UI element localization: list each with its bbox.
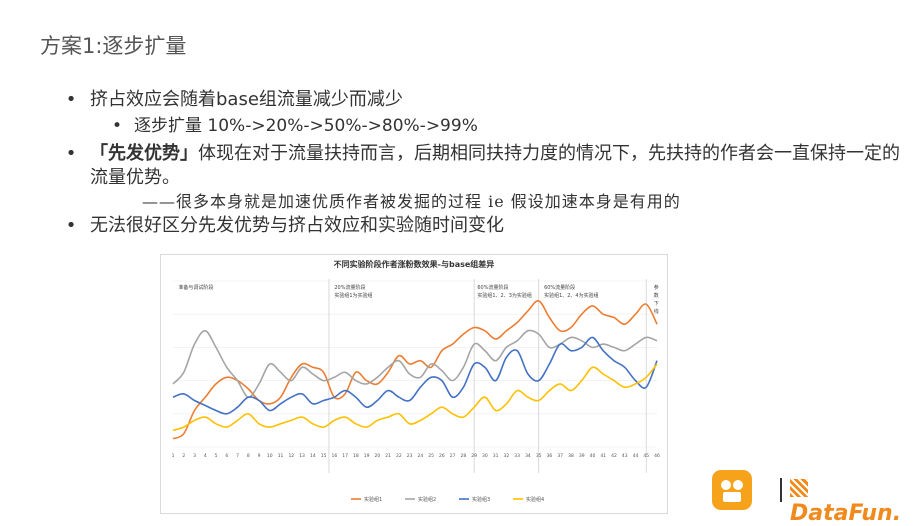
phase-label: 数 xyxy=(654,292,659,299)
x-tick-label: 16 xyxy=(331,453,337,459)
x-tick-label: 4 xyxy=(204,453,207,459)
x-tick-label: 14 xyxy=(310,453,316,459)
legend-label: 实验组1 xyxy=(364,496,382,503)
bullet-item: • 无法很好区分先发优势与挤占效应和实验随时间变化 xyxy=(64,214,904,238)
x-tick-label: 26 xyxy=(439,453,445,459)
x-tick-label: 37 xyxy=(557,453,563,459)
x-tick-label: 15 xyxy=(321,453,327,459)
x-tick-label: 32 xyxy=(504,453,510,459)
x-tick-label: 40 xyxy=(590,453,596,459)
x-tick-label: 41 xyxy=(600,453,606,459)
sub-bullet-item: • 逐步扩量 10%->20%->50%->80%->99% xyxy=(64,114,904,138)
bullet-bold-text: 「先发优势」 xyxy=(90,143,198,164)
x-tick-label: 30 xyxy=(482,453,488,459)
x-tick-label: 27 xyxy=(450,453,456,459)
bullet-dot: • xyxy=(65,143,77,164)
phase-label: 下 xyxy=(654,301,659,307)
x-tick-label: 11 xyxy=(278,453,284,459)
x-tick-label: 35 xyxy=(536,453,542,459)
x-tick-label: 19 xyxy=(364,453,370,459)
series-line xyxy=(172,363,658,432)
phase-label: 60%流量阶段 xyxy=(544,284,575,291)
x-tick-label: 31 xyxy=(493,453,499,459)
x-tick-label: 10 xyxy=(267,453,273,459)
legend-label: 实验组2 xyxy=(418,496,436,503)
quote-line: ——很多本身就是加速优质作者被发掘的过程 ie 假设加速本身是有用的 xyxy=(142,192,681,211)
x-tick-label: 6 xyxy=(225,453,228,459)
kuaishou-logo xyxy=(712,470,752,510)
x-tick-label: 20 xyxy=(374,453,380,459)
x-tick-label: 1 xyxy=(172,453,175,459)
x-tick-label: 24 xyxy=(418,453,424,459)
datafun-logo: DataFun. xyxy=(790,476,920,526)
phase-label: 实验组1为实验组 xyxy=(334,292,372,299)
x-tick-label: 9 xyxy=(258,453,261,459)
chart-svg: 不同实验阶段作者涨粉数效果-与base组差异准备与调试阶段 20%流量阶段实验组1… xyxy=(172,259,660,503)
x-tick-label: 7 xyxy=(236,453,239,459)
phase-label: 实验组1、2、3为实验组 xyxy=(477,292,532,299)
phase-label: 准备与调试阶段 xyxy=(178,284,213,291)
x-tick-label: 22 xyxy=(396,453,402,459)
x-tick-label: 18 xyxy=(353,453,359,459)
phase-label: 参 xyxy=(654,284,659,291)
bullet-item: • 「先发优势」体现在对于流量扶持而言，后期相同扶持力度的情况下，先扶持的作者会… xyxy=(64,142,904,190)
x-tick-label: 29 xyxy=(471,453,477,459)
x-tick-label: 33 xyxy=(514,453,520,459)
x-tick-label: 8 xyxy=(247,453,250,459)
x-tick-label: 28 xyxy=(461,453,467,459)
bullet-text: 挤占效应会随着base组流量减少而减少 xyxy=(90,89,403,110)
bullet-text: 无法很好区分先发优势与挤占效应和实验随时间变化 xyxy=(90,215,504,236)
bullet-dot: • xyxy=(112,116,123,136)
x-tick-label: 45 xyxy=(643,453,649,459)
x-tick-label: 34 xyxy=(525,453,531,459)
line-chart: 不同实验阶段作者涨粉数效果-与base组差异 准备与调试阶段 20%流量阶段 实验组1… xyxy=(160,254,668,514)
series-line xyxy=(172,300,658,440)
chart-title: 不同实验阶段作者涨粉数效果-与base组差异 xyxy=(334,259,495,269)
logo-camera xyxy=(723,492,741,502)
datafun-mark-icon xyxy=(790,479,808,497)
bullet-dot: • xyxy=(65,89,77,110)
x-tick-label: 44 xyxy=(633,453,639,459)
x-tick-label: 23 xyxy=(407,453,413,459)
x-tick-label: 25 xyxy=(428,453,434,459)
x-tick-label: 36 xyxy=(547,453,553,459)
logo-separator xyxy=(780,478,782,502)
legend-label: 实验组4 xyxy=(526,496,544,503)
phase-label: 线 xyxy=(654,308,659,315)
bullet-item: • 挤占效应会随着base组流量减少而减少 xyxy=(64,88,904,112)
slide-title: 方案1:逐步扩量 xyxy=(40,34,187,58)
logo-eye-left xyxy=(721,480,731,490)
x-tick-label: 13 xyxy=(299,453,305,459)
bullet-text: 逐步扩量 10%->20%->50%->80%->99% xyxy=(134,116,478,136)
phase-label: 20%流量阶段 xyxy=(334,284,365,291)
phase-label: 60%流量阶段 xyxy=(477,284,508,291)
x-tick-label: 3 xyxy=(193,453,196,459)
logo-eye-right xyxy=(733,480,743,490)
bullet-dot: • xyxy=(65,215,77,236)
legend-label: 实验组3 xyxy=(472,496,490,503)
x-tick-label: 12 xyxy=(288,453,294,459)
x-tick-label: 39 xyxy=(579,453,585,459)
x-tick-label: 2 xyxy=(182,453,185,459)
phase-label: 实验组1、2、4为实验组 xyxy=(544,292,599,299)
x-tick-label: 46 xyxy=(654,453,660,459)
x-tick-label: 38 xyxy=(568,453,574,459)
x-tick-label: 21 xyxy=(385,453,391,459)
x-tick-label: 42 xyxy=(611,453,617,459)
bullet-list: • 挤占效应会随着base组流量减少而减少 • 逐步扩量 10%->20%->5… xyxy=(64,88,904,238)
bullet-text: 体现在对于流量扶持而言，后期相同扶持力度的情况下，先扶持的作者会一直保持一定的流… xyxy=(90,143,900,188)
x-tick-label: 17 xyxy=(342,453,348,459)
x-tick-label: 5 xyxy=(215,453,218,459)
x-tick-label: 43 xyxy=(622,453,628,459)
